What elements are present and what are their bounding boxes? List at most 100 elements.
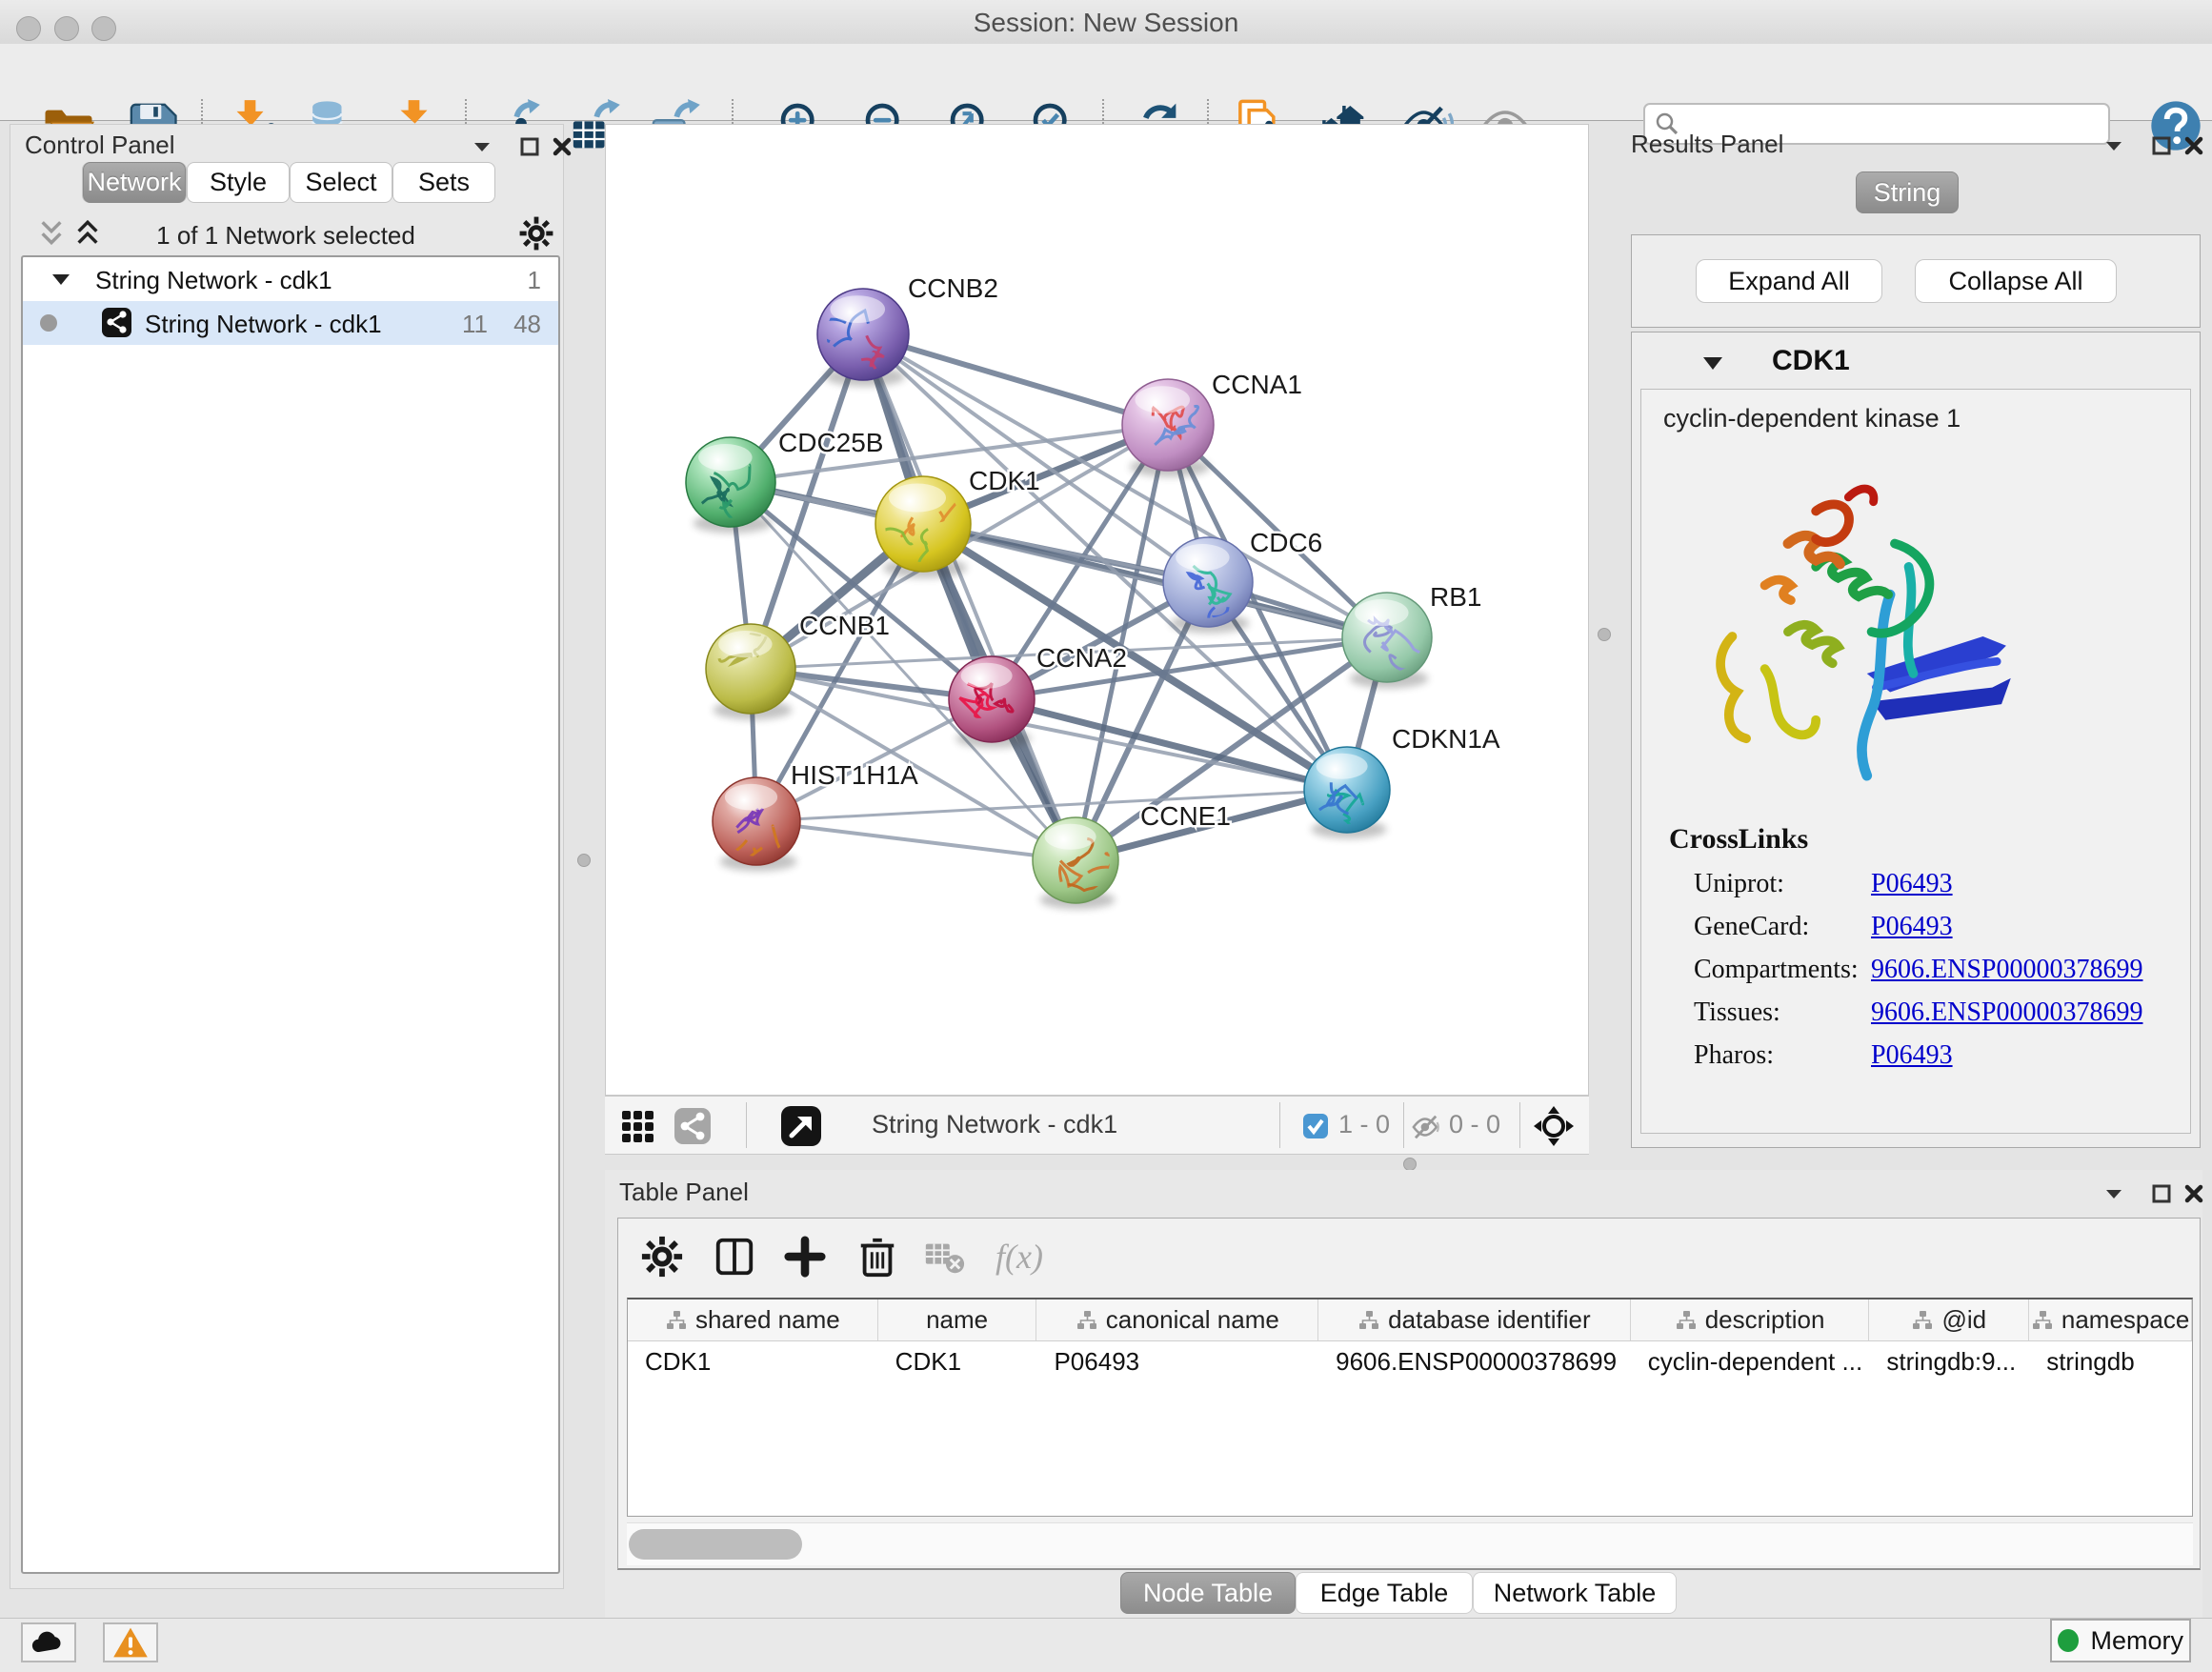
- panel-close-icon[interactable]: [2182, 1181, 2206, 1206]
- fit-selected-crosshair-icon[interactable]: [1533, 1105, 1575, 1147]
- network-collection-row[interactable]: String Network - cdk1 1: [23, 257, 558, 301]
- network-node-CDKN1A[interactable]: [1304, 747, 1390, 838]
- warnings-button[interactable]: [103, 1622, 158, 1662]
- tab-select[interactable]: Select: [290, 162, 392, 203]
- selected-checkbox-icon[interactable]: [1302, 1113, 1329, 1139]
- tab-sets[interactable]: Sets: [392, 162, 495, 203]
- delete-table-button[interactable]: [922, 1235, 966, 1279]
- crosslink-label: Pharos:: [1694, 1040, 1774, 1071]
- tab-node-table-label: Node Table: [1143, 1579, 1273, 1608]
- network-node-CCNB1[interactable]: [706, 624, 795, 720]
- table-cell[interactable]: CDK1: [878, 1341, 1037, 1381]
- crosslink-link[interactable]: P06493: [1871, 912, 1953, 942]
- memory-button[interactable]: Memory: [2050, 1619, 2191, 1662]
- splitter-handle[interactable]: [1403, 1158, 1417, 1171]
- network-canvas[interactable]: CCNB2CCNA1CDC25BCDK1CDC6RB1CCNB1CCNA2CDK…: [606, 125, 1588, 1095]
- tab-edge-table[interactable]: Edge Table: [1296, 1572, 1473, 1614]
- network-type-icon: [101, 307, 132, 338]
- tab-style[interactable]: Style: [187, 162, 290, 203]
- column-header-description[interactable]: description: [1631, 1299, 1870, 1340]
- crosslink-link[interactable]: 9606.ENSP00000378699: [1871, 955, 2142, 985]
- network-node-CCNB2[interactable]: [814, 289, 909, 392]
- expand-all-tree-icon[interactable]: [72, 217, 103, 248]
- table-cell[interactable]: stringdb:9...: [1869, 1341, 2029, 1381]
- network-view-toolbar: String Network - cdk1 1 - 0 0 - 0: [605, 1096, 1589, 1155]
- toolbar-separator: [1403, 1102, 1404, 1148]
- tab-style-label: Style: [210, 168, 267, 197]
- panel-close-icon[interactable]: [2182, 133, 2206, 158]
- network-node-CDK1[interactable]: [844, 476, 971, 578]
- table-cell[interactable]: cyclin-dependent ...: [1631, 1341, 1870, 1381]
- node-label-CDC25B: CDC25B: [778, 428, 883, 457]
- tab-node-table[interactable]: Node Table: [1120, 1572, 1296, 1614]
- tab-network[interactable]: Network: [82, 162, 187, 203]
- tab-network-table-label: Network Table: [1494, 1579, 1657, 1608]
- birds-eye-view-icon[interactable]: [780, 1105, 822, 1147]
- shared-column-icon: [1357, 1309, 1380, 1332]
- panel-close-icon[interactable]: [550, 134, 574, 159]
- crosslink-link[interactable]: P06493: [1871, 869, 1953, 899]
- tab-network-label: Network: [83, 162, 186, 203]
- table-cell[interactable]: 9606.ENSP00000378699: [1318, 1341, 1631, 1381]
- network-edge-HIST1H1A-CCNE1[interactable]: [756, 821, 1076, 860]
- table-options-gear-button[interactable]: [640, 1235, 684, 1279]
- column-header-canonical-name[interactable]: canonical name: [1036, 1299, 1318, 1340]
- add-column-button[interactable]: [783, 1235, 827, 1279]
- table-cell[interactable]: P06493: [1036, 1341, 1318, 1381]
- tab-string[interactable]: String: [1856, 171, 1959, 213]
- panel-maximize-icon[interactable]: [2149, 1181, 2174, 1206]
- cloud-status-button[interactable]: [21, 1622, 76, 1662]
- network-node-CDC25B[interactable]: [686, 437, 775, 534]
- network-node-CDC6[interactable]: [1163, 537, 1253, 634]
- grid-view-icon[interactable]: [620, 1109, 654, 1143]
- collapse-all-button[interactable]: Collapse All: [1915, 259, 2117, 303]
- crosslink-link[interactable]: P06493: [1871, 1040, 1953, 1071]
- network-node-CCNA1[interactable]: [1122, 379, 1214, 477]
- crosslink-row: Tissues: 9606.ENSP00000378699: [1631, 997, 2193, 1040]
- table-row[interactable]: CDK1CDK1P064939606.ENSP00000378699cyclin…: [628, 1341, 2192, 1381]
- column-header-database-identifier[interactable]: database identifier: [1318, 1299, 1631, 1340]
- network-node-CCNA2[interactable]: [949, 656, 1035, 748]
- panel-float-icon[interactable]: [470, 134, 494, 159]
- crosslink-label: Tissues:: [1694, 997, 1780, 1028]
- network-row-label: String Network - cdk1: [145, 310, 382, 339]
- column-header-shared-name[interactable]: shared name: [628, 1299, 878, 1340]
- network-node-HIST1H1A[interactable]: [713, 777, 815, 871]
- status-bar: Memory: [0, 1618, 2212, 1672]
- shared-column-icon: [2031, 1309, 2054, 1332]
- delete-column-button[interactable]: [855, 1235, 899, 1279]
- panel-float-icon[interactable]: [2101, 1181, 2126, 1206]
- horizontal-scrollbar[interactable]: [627, 1522, 2193, 1565]
- show-columns-button[interactable]: [713, 1235, 756, 1279]
- network-row[interactable]: String Network - cdk1 11 48: [23, 301, 558, 345]
- table-cell[interactable]: stringdb: [2029, 1341, 2192, 1381]
- toolbar-separator: [1279, 1102, 1280, 1148]
- tab-network-table[interactable]: Network Table: [1473, 1572, 1677, 1614]
- network-node-CCNE1[interactable]: [1033, 817, 1118, 909]
- panel-maximize-icon[interactable]: [517, 134, 542, 159]
- expand-all-button[interactable]: Expand All: [1696, 259, 1882, 303]
- splitter-handle[interactable]: [1598, 628, 1611, 641]
- protein-expander-icon[interactable]: [1699, 353, 1726, 375]
- column-header-name[interactable]: name: [878, 1299, 1037, 1340]
- network-edge-count: 48: [513, 310, 541, 339]
- network-view-type-icon[interactable]: [674, 1107, 712, 1145]
- panel-maximize-icon[interactable]: [2149, 133, 2174, 158]
- crosslink-row: Uniprot:P06493: [1631, 869, 2193, 912]
- crosslink-row: GeneCard:P06493: [1631, 912, 2193, 955]
- collapse-all-tree-icon[interactable]: [36, 217, 67, 248]
- splitter-handle[interactable]: [577, 854, 591, 867]
- column-header-label: namespace: [2061, 1305, 2189, 1335]
- function-builder-button[interactable]: f(x): [995, 1237, 1043, 1277]
- network-options-gear-icon[interactable]: [518, 215, 554, 252]
- network-node-RB1[interactable]: [1342, 593, 1432, 689]
- column-header-namespace[interactable]: namespace: [2029, 1299, 2192, 1340]
- crosslink-link[interactable]: 9606.ENSP00000378699: [1871, 997, 2142, 1028]
- tree-expander-icon[interactable]: [50, 271, 72, 290]
- column-header--id[interactable]: @id: [1869, 1299, 2029, 1340]
- scrollbar-thumb[interactable]: [629, 1529, 802, 1560]
- table-cell[interactable]: CDK1: [628, 1341, 878, 1381]
- network-view[interactable]: CCNB2CCNA1CDC25BCDK1CDC6RB1CCNB1CCNA2CDK…: [605, 124, 1589, 1096]
- panel-float-icon[interactable]: [2101, 133, 2126, 158]
- network-selection-status: 1 of 1 Network selected: [114, 221, 457, 251]
